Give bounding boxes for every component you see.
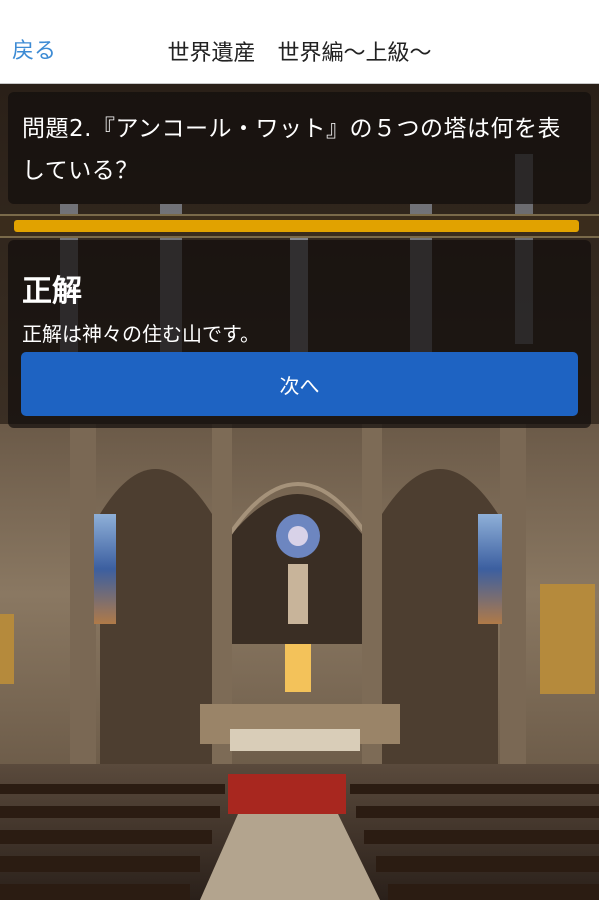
page-title: 世界遺産 世界編〜上級〜 (167, 41, 432, 66)
answer-explanation: 正解は神々の住む山です。 (22, 322, 260, 346)
timer-progress-bar (0, 214, 599, 238)
cathedral-background-image (0, 84, 599, 900)
timer-progress-fill (14, 220, 579, 232)
result-label: 正解 (22, 274, 82, 309)
question-panel: 問題2.『アンコール・ワット』の５つの塔は何を表している？ (8, 92, 591, 204)
answer-panel: 正解 正解は神々の住む山です。 次へ (8, 240, 591, 428)
next-button[interactable]: 次へ (21, 352, 578, 416)
question-text: 問題2.『アンコール・ワット』の５つの塔は何を表している？ (22, 116, 562, 184)
navigation-bar: 戻る 世界遺産 世界編〜上級〜 (0, 0, 599, 84)
